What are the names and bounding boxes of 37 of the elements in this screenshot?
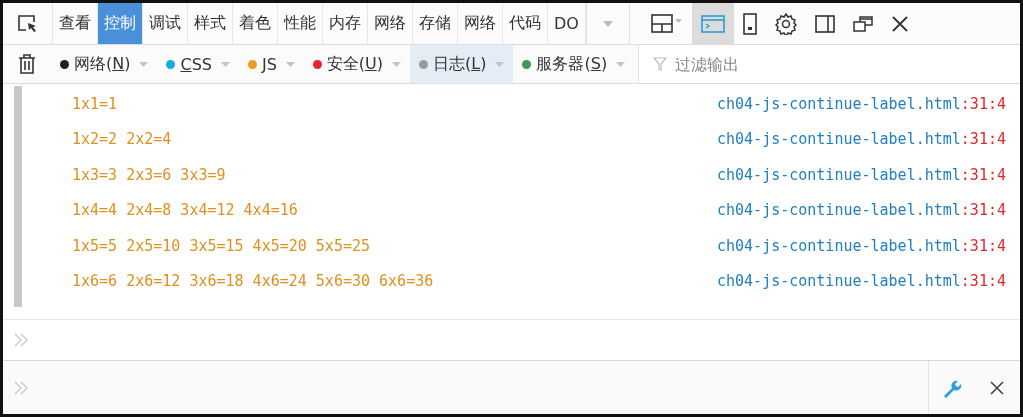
caret-icon [285, 61, 295, 67]
caret-icon [495, 61, 505, 67]
log-message: 1x2=2 2x2=4 [72, 130, 172, 149]
panel-tab[interactable]: 内存 [323, 3, 368, 44]
filter-toggle[interactable]: JS [238, 45, 304, 83]
caret-icon [139, 61, 149, 67]
filter-toggle[interactable]: 网络(N) [51, 45, 158, 83]
filter-toggle[interactable]: 服务器(S) [513, 45, 635, 83]
log-message: 1x5=5 2x5=10 3x5=15 4x5=20 5x5=25 [72, 236, 370, 255]
panel-tab[interactable]: 存储 [413, 3, 458, 44]
log-message: 1x3=3 2x3=6 3x3=9 [72, 165, 226, 184]
source-link[interactable]: ch04-js-continue-label.html:31:4 [717, 236, 1006, 255]
panel-tab[interactable]: 着色 [233, 3, 278, 44]
panel-tab[interactable]: 代码 [503, 3, 548, 44]
log-message: 1x6=6 2x6=12 3x6=18 4x6=24 5x6=30 6x6=36 [72, 272, 434, 291]
panel-tab[interactable]: 网络 [368, 3, 413, 44]
prompt-icon [13, 333, 29, 347]
caret-icon [392, 61, 402, 67]
filter-toggle[interactable]: CSS [157, 45, 239, 83]
source-link[interactable]: ch04-js-continue-label.html:31:4 [717, 272, 1006, 291]
source-link[interactable]: ch04-js-continue-label.html:31:4 [717, 94, 1006, 113]
log-message: 1x1=1 [72, 94, 118, 113]
source-link[interactable]: ch04-js-continue-label.html:31:4 [717, 130, 1006, 149]
filter-toggle[interactable]: 安全(U) [303, 45, 411, 83]
panel-tab[interactable]: 样式 [188, 3, 233, 44]
panel-tab[interactable]: DO [548, 3, 586, 44]
prompt-icon [13, 380, 29, 395]
panel-tab[interactable]: 性能 [278, 3, 323, 44]
panel-tab[interactable]: 调试 [143, 3, 188, 44]
source-link[interactable]: ch04-js-continue-label.html:31:4 [717, 201, 1006, 220]
filter-toggle[interactable]: 日志(L) [410, 45, 514, 83]
log-message: 1x4=4 2x4=8 3x4=12 4x4=16 [72, 201, 298, 220]
panel-tab[interactable]: 网络 [458, 3, 503, 44]
caret-icon [220, 61, 230, 67]
funnel-icon [653, 57, 668, 71]
caret-icon [616, 61, 626, 67]
source-link[interactable]: ch04-js-continue-label.html:31:4 [717, 165, 1006, 184]
